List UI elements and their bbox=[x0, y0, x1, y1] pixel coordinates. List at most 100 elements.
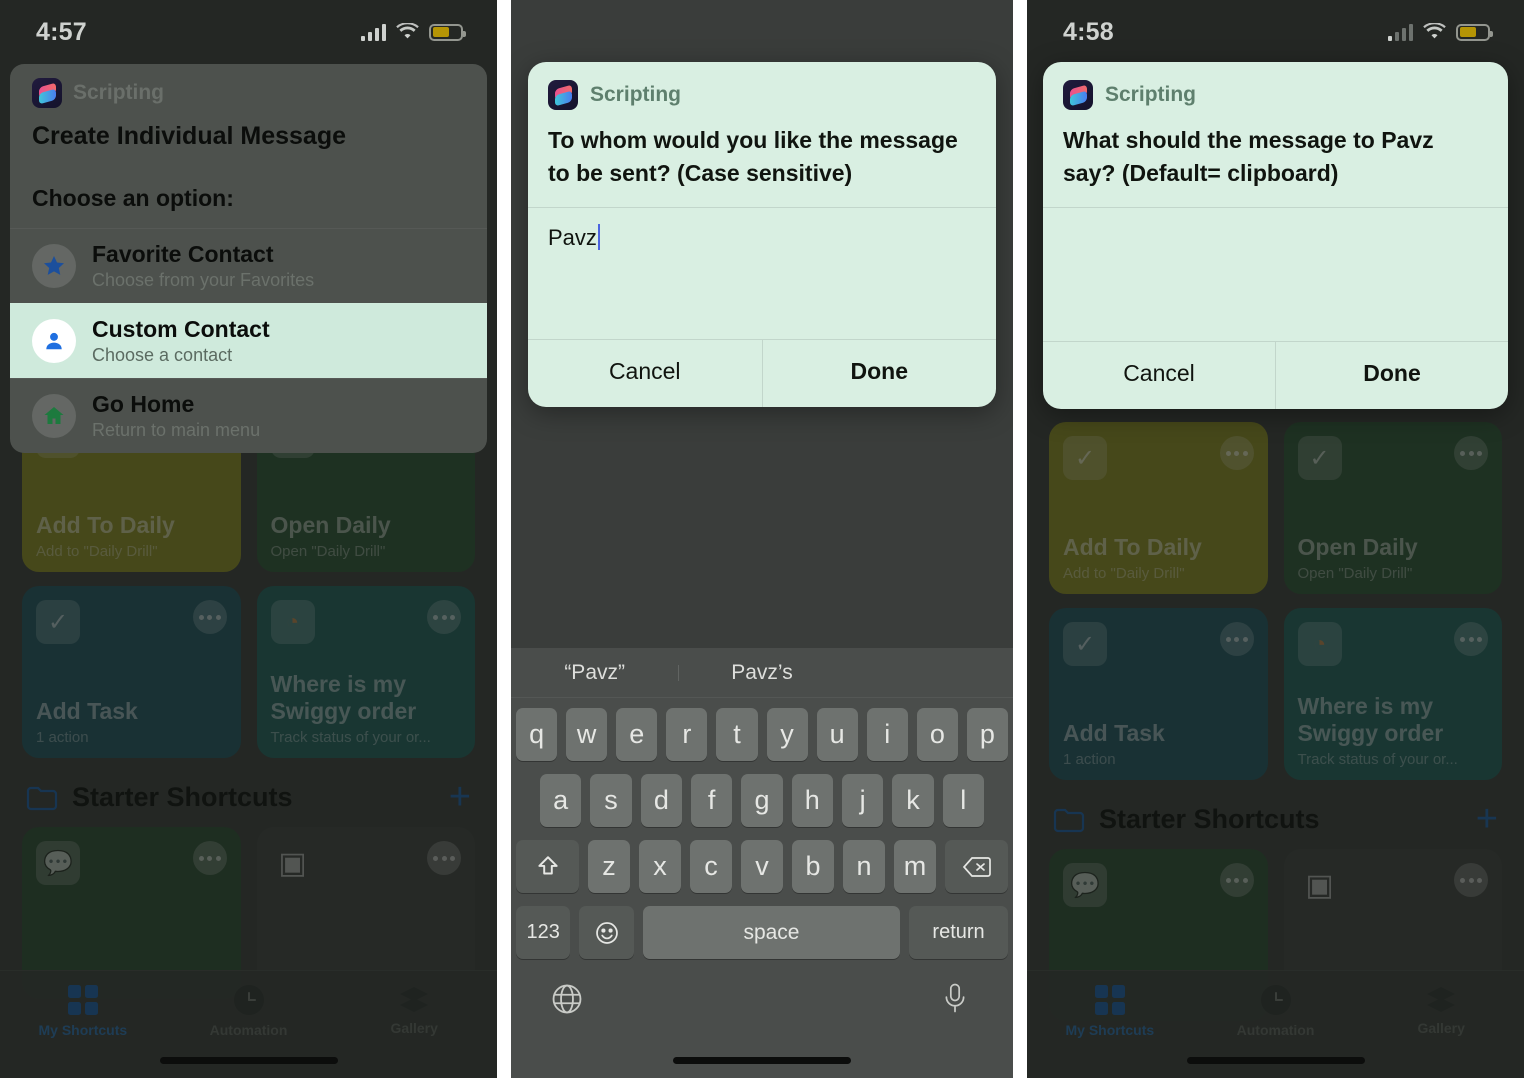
menu-title: Create Individual Message bbox=[32, 122, 347, 150]
key-g[interactable]: g bbox=[741, 774, 783, 827]
key-z[interactable]: z bbox=[588, 840, 630, 893]
card-title: Open Daily bbox=[1297, 533, 1418, 560]
shortcuts-scroll-area-3[interactable]: ✓ Add To Daily Add to "Daily Drill" ✓ Op… bbox=[1027, 338, 1524, 1021]
scripting-input-dialog-2: Scripting To whom would you like the mes… bbox=[528, 62, 996, 407]
shift-icon[interactable] bbox=[516, 840, 579, 893]
shortcut-card[interactable]: ✓ Add Task 1 action bbox=[22, 586, 241, 758]
shortcut-card[interactable]: ✓ Add Task 1 action bbox=[1049, 608, 1268, 780]
key-numbers[interactable]: 123 bbox=[516, 906, 571, 959]
menu-item-text: Custom Contact Choose a contact bbox=[92, 316, 270, 366]
globe-icon[interactable] bbox=[550, 982, 584, 1016]
done-button[interactable]: Done bbox=[761, 340, 997, 407]
tab-gallery[interactable]: Gallery bbox=[1358, 985, 1524, 1036]
key-m[interactable]: m bbox=[894, 840, 936, 893]
menu-item-title: Go Home bbox=[92, 390, 195, 417]
key-y[interactable]: y bbox=[766, 708, 808, 761]
more-options-icon[interactable] bbox=[427, 600, 461, 634]
key-c[interactable]: c bbox=[690, 840, 732, 893]
card-subtitle: 1 action bbox=[1063, 751, 1116, 768]
more-options-icon[interactable] bbox=[192, 841, 227, 875]
key-u[interactable]: u bbox=[816, 708, 858, 761]
suggestion-chip[interactable]: “Pavz” bbox=[511, 661, 678, 685]
key-r[interactable]: r bbox=[666, 708, 708, 761]
key-o[interactable]: o bbox=[916, 708, 958, 761]
home-indicator bbox=[673, 1057, 851, 1064]
key-s[interactable]: s bbox=[590, 774, 632, 827]
status-bar-3: 4:58 bbox=[1027, 0, 1524, 56]
shortcut-card[interactable]: ✓ Open Daily Open "Daily Drill" bbox=[1283, 422, 1502, 594]
key-x[interactable]: x bbox=[639, 840, 681, 893]
key-k[interactable]: k bbox=[892, 774, 934, 827]
key-h[interactable]: h bbox=[791, 774, 833, 827]
shortcut-card[interactable]: ◔ Where is my Swiggy order Track status … bbox=[1283, 608, 1502, 780]
tab-label: My Shortcuts bbox=[1065, 1022, 1155, 1038]
tab-automation[interactable]: Automation bbox=[1193, 985, 1359, 1038]
folder-icon bbox=[26, 785, 58, 811]
card-top-row: ◔ bbox=[1297, 622, 1488, 666]
qr-code-icon: ▣ bbox=[278, 846, 307, 880]
microphone-icon[interactable] bbox=[940, 982, 974, 1016]
card-text: Where is my Swiggy order Track status of… bbox=[1298, 693, 1489, 768]
more-options-icon[interactable] bbox=[1454, 863, 1488, 897]
menu-item-go-home[interactable]: Go Home Return to main menu bbox=[10, 377, 487, 453]
more-options-icon[interactable] bbox=[1219, 863, 1254, 897]
add-shortcut-button[interactable]: + bbox=[1476, 800, 1498, 838]
cancel-button[interactable]: Cancel bbox=[1043, 342, 1275, 409]
menu-item-subtitle: Choose a contact bbox=[92, 344, 233, 365]
shortcuts-scroll-area-1[interactable]: ✓ Add To Daily Add to "Daily Drill" ✓ bbox=[0, 400, 497, 999]
key-space[interactable]: space bbox=[642, 906, 901, 959]
cancel-button[interactable]: Cancel bbox=[528, 340, 762, 407]
checkmark-icon: ✓ bbox=[1063, 622, 1107, 666]
scripting-app-icon bbox=[1063, 80, 1093, 110]
key-a[interactable]: a bbox=[540, 774, 582, 827]
card-subtitle: Open "Daily Drill" bbox=[270, 543, 386, 560]
more-options-icon[interactable] bbox=[1219, 436, 1254, 470]
shortcut-card[interactable]: ✓ Add To Daily Add to "Daily Drill" bbox=[1049, 422, 1268, 594]
key-f[interactable]: f bbox=[691, 774, 733, 827]
card-subtitle: Add to "Daily Drill" bbox=[1063, 565, 1185, 582]
card-top-row: ▣ bbox=[271, 841, 461, 885]
key-return[interactable]: return bbox=[909, 906, 1009, 959]
key-w[interactable]: w bbox=[566, 708, 608, 761]
more-options-icon[interactable] bbox=[192, 600, 227, 634]
shortcut-card[interactable]: ◔ Where is my Swiggy order Track status … bbox=[256, 586, 475, 758]
more-options-icon[interactable] bbox=[1219, 622, 1254, 656]
more-options-icon[interactable] bbox=[1454, 622, 1488, 656]
key-t[interactable]: t bbox=[716, 708, 758, 761]
key-q[interactable]: q bbox=[516, 708, 558, 761]
checkmark-icon: ✓ bbox=[1063, 436, 1107, 480]
key-p[interactable]: p bbox=[966, 708, 1008, 761]
phone-panel-2: Scripting To whom would you like the mes… bbox=[511, 0, 1013, 1078]
tab-gallery[interactable]: Gallery bbox=[331, 985, 497, 1036]
emoji-icon[interactable] bbox=[579, 906, 634, 959]
key-v[interactable]: v bbox=[741, 840, 783, 893]
menu-item-favorite-contact[interactable]: Favorite Contact Choose from your Favori… bbox=[10, 227, 487, 303]
key-e[interactable]: e bbox=[616, 708, 658, 761]
card-subtitle: Track status of your or... bbox=[270, 729, 431, 746]
status-indicators bbox=[1387, 23, 1493, 41]
card-top-row: 💬 bbox=[1063, 863, 1254, 907]
key-j[interactable]: j bbox=[841, 774, 884, 827]
cellular-signal-icon bbox=[360, 23, 386, 41]
done-button[interactable]: Done bbox=[1275, 342, 1508, 409]
card-title: Add To Daily bbox=[1063, 533, 1202, 560]
scripting-app-icon bbox=[32, 78, 62, 108]
key-i[interactable]: i bbox=[866, 708, 908, 761]
more-options-icon[interactable] bbox=[1454, 436, 1488, 470]
key-l[interactable]: l bbox=[942, 774, 984, 827]
key-n[interactable]: n bbox=[843, 840, 885, 893]
tab-my-shortcuts[interactable]: My Shortcuts bbox=[1027, 985, 1193, 1038]
key-d[interactable]: d bbox=[640, 774, 682, 827]
menu-header: Scripting Create Individual Message Choo… bbox=[10, 64, 487, 212]
grid-icon bbox=[67, 985, 98, 1015]
tab-automation[interactable]: Automation bbox=[166, 985, 332, 1038]
key-b[interactable]: b bbox=[792, 840, 834, 893]
keyboard-row-3: z x c v b n m bbox=[516, 840, 1008, 893]
suggestion-chip[interactable]: Pavz’s bbox=[678, 661, 845, 685]
backspace-icon[interactable] bbox=[945, 840, 1008, 893]
tab-my-shortcuts[interactable]: My Shortcuts bbox=[0, 985, 166, 1038]
tab-label: Gallery bbox=[1417, 1020, 1465, 1036]
add-shortcut-button[interactable]: + bbox=[449, 778, 471, 816]
menu-item-custom-contact[interactable]: Custom Contact Choose a contact bbox=[10, 302, 487, 378]
more-options-icon[interactable] bbox=[427, 841, 461, 875]
